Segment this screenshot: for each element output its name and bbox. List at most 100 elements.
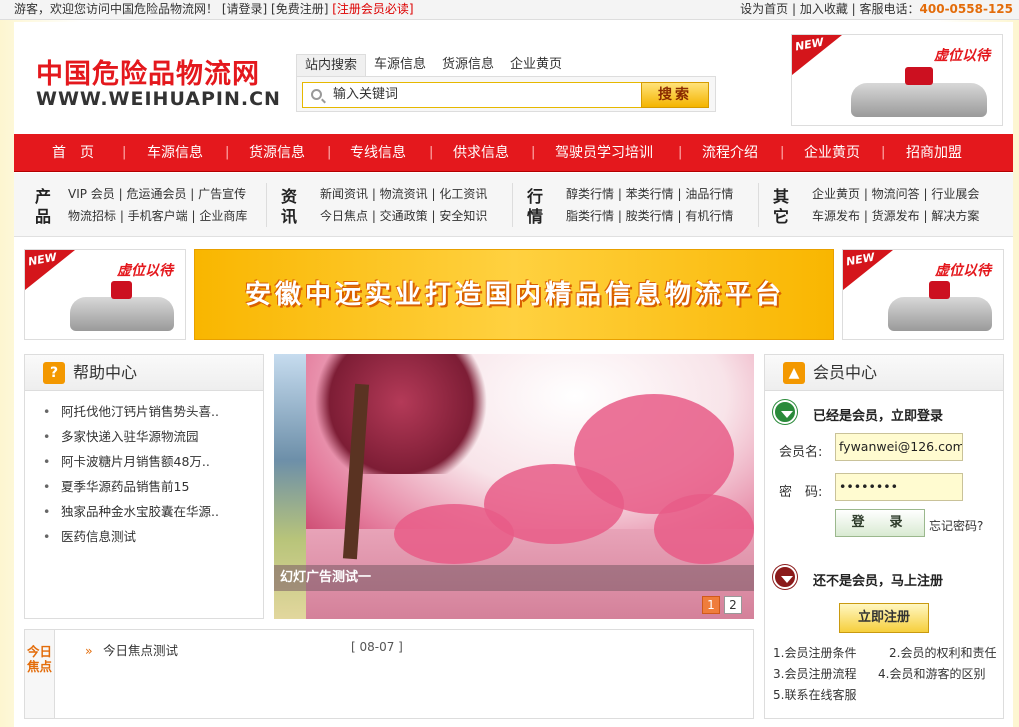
username-label: 会员名: [779,445,823,460]
must-read-link[interactable]: [注册会员必读] [332,2,413,16]
nav-training[interactable]: 驾驶员学习培训 [555,134,653,172]
nav-separator: | [225,145,230,160]
nav-separator: | [780,145,785,160]
ad-vacant-text: 虚位以待 [117,263,173,279]
banner-text: 安徽中远实业打造国内精品信息物流平台 [244,280,785,310]
nav-separator: | [429,145,434,160]
help-center-title: 帮助中心 [73,363,138,382]
slideshow[interactable]: 幻灯广告测试一 1 2 [274,354,754,619]
sofa-image [887,281,992,331]
hotline-number: 400-0558-125 [919,2,1013,16]
category-divider [512,183,513,227]
nav-line[interactable]: 专线信息 [350,134,406,172]
category-links[interactable]: 脂类行情 | 胺类行情 | 有机行情 [566,205,733,227]
search-tab-vehicle[interactable]: 车源信息 [366,54,434,76]
slide-page-2[interactable]: 2 [724,596,742,614]
search-input[interactable]: 输入关键词 [302,82,644,108]
search-button[interactable]: 搜索 [641,82,709,108]
help-list-item[interactable]: 阿托伐他汀钙片销售势头喜.. [43,399,219,424]
member-info-link[interactable]: 2.会员的权利和责任 [889,643,996,663]
today-focus-tab[interactable]: 今日焦点 [25,630,55,718]
main-nav: 首 页 | 车源信息 | 货源信息 | 专线信息 | 供求信息 | 驾驶员学习培… [14,134,1013,172]
member-center-panel: ▲ 会员中心 已经是会员，立即登录 会员名: fywanwei@126.com … [764,354,1004,719]
category-divider [266,183,267,227]
help-icon: ? [43,362,65,384]
login-button[interactable]: 登 录 [835,509,925,537]
help-list-item[interactable]: 夏季华源药品销售前15 [43,474,219,499]
login-arrow-icon [773,400,797,424]
today-focus-item[interactable]: 今日焦点测试 [85,640,178,659]
ad-vacant-text: 虚位以待 [935,263,991,279]
hotline-label: 客服电话： [859,2,920,16]
site-logo-cn[interactable]: 中国危险品物流网 [36,52,260,91]
help-list-item[interactable]: 医药信息测试 [43,524,219,549]
nav-join[interactable]: 招商加盟 [906,134,962,172]
member-info-link[interactable]: 3.会员注册流程 [773,664,856,684]
set-home-link[interactable]: 设为首页 [740,2,788,16]
help-list-item[interactable]: 阿卡波糖片月销售额48万.. [43,449,219,474]
member-info-link[interactable]: 5.联系在线客服 [773,685,856,705]
category-links[interactable]: 醇类行情 | 苯类行情 | 油品行情 [566,183,733,205]
search-placeholder: 输入关键词 [333,87,399,102]
category-divider [758,183,759,227]
nav-separator: | [531,145,536,160]
search-icon [311,89,322,100]
tree-canopy [306,354,496,474]
sofa-image [850,67,988,117]
welcome-text: 游客，欢迎您访问中国危险品物流网！ [14,2,219,16]
search-box: 站内搜索 车源信息 货源信息 企业黄页 输入关键词 搜索 [296,54,716,112]
blossom-cluster [654,494,754,564]
register-link[interactable]: [免费注册] [271,2,328,16]
nav-directory[interactable]: 企业黄页 [804,134,860,172]
member-center-title: 会员中心 [813,363,878,382]
register-heading: 还不是会员，马上注册 [813,574,944,589]
category-links[interactable]: 今日焦点 | 交通政策 | 安全知识 [320,205,487,227]
nav-supply[interactable]: 供求信息 [453,134,509,172]
help-list: 阿托伐他汀钙片销售势头喜.. 多家快递入驻华源物流园 阿卡波糖片月销售额48万.… [43,399,219,549]
help-center-header: ? 帮助中心 [25,355,263,391]
password-field[interactable]: •••••••• [835,473,963,501]
member-info-link[interactable]: 4.会员和游客的区别 [878,664,985,684]
login-heading: 已经是会员，立即登录 [813,409,944,424]
blossom-cluster [394,504,514,564]
category-head-other: 其它 [772,187,789,226]
favorite-link[interactable]: 加入收藏 [800,2,848,16]
site-logo-en[interactable]: WWW.WEIHUAPIN.CN [36,88,281,110]
search-tab-cargo[interactable]: 货源信息 [434,54,502,76]
right-side-ad[interactable]: NEW 虚位以待 [842,249,1004,340]
category-links[interactable]: 车源发布 | 货源发布 | 解决方案 [812,205,979,227]
sofa-image [69,281,174,331]
top-bar-left: 游客，欢迎您访问中国危险品物流网！ [请登录] [免费注册] [注册会员必读] [14,0,414,18]
help-list-item[interactable]: 多家快递入驻华源物流园 [43,424,219,449]
left-side-ad[interactable]: NEW 虚位以待 [24,249,186,340]
slide-page-1[interactable]: 1 [702,596,720,614]
main-banner[interactable]: 安徽中远实业打造国内精品信息物流平台 [194,249,834,340]
search-tab-directory[interactable]: 企业黄页 [502,54,570,76]
page-wrapper: 中国危险品物流网 WWW.WEIHUAPIN.CN 站内搜索 车源信息 货源信息… [14,22,1013,727]
today-focus-date: [ 08-07 ] [351,640,403,654]
help-list-item[interactable]: 独家品种金水宝胶囊在华源.. [43,499,219,524]
login-link[interactable]: [请登录] [222,2,267,16]
nav-vehicle[interactable]: 车源信息 [147,134,203,172]
forgot-password-link[interactable]: 忘记密码? [929,517,983,534]
category-links[interactable]: VIP 会员 | 危运通会员 | 广告宣传 [68,183,246,205]
nav-cargo[interactable]: 货源信息 [249,134,305,172]
category-links[interactable]: 企业黄页 | 物流问答 | 行业展会 [812,183,979,205]
search-row: 输入关键词 搜索 [296,76,716,112]
search-tabs: 站内搜索 车源信息 货源信息 企业黄页 [296,54,716,76]
category-links[interactable]: 物流招标 | 手机客户端 | 企业商库 [68,205,247,227]
category-head-market: 行情 [526,187,543,226]
password-label: 密 码: [779,485,823,500]
nav-separator: | [678,145,683,160]
register-button[interactable]: 立即注册 [839,603,929,633]
nav-process[interactable]: 流程介绍 [702,134,758,172]
search-tab-site[interactable]: 站内搜索 [296,54,367,76]
today-focus-panel: 今日焦点 今日焦点测试 [ 08-07 ] [24,629,754,719]
username-field[interactable]: fywanwei@126.com [835,433,963,461]
category-links[interactable]: 新闻资讯 | 物流资讯 | 化工资讯 [320,183,487,205]
header-ad[interactable]: NEW 虚位以待 [791,34,1003,126]
nav-separator: | [881,145,886,160]
nav-home[interactable]: 首 页 [52,134,94,172]
ad-vacant-text: 虚位以待 [934,48,990,64]
member-info-link[interactable]: 1.会员注册条件 [773,643,856,663]
